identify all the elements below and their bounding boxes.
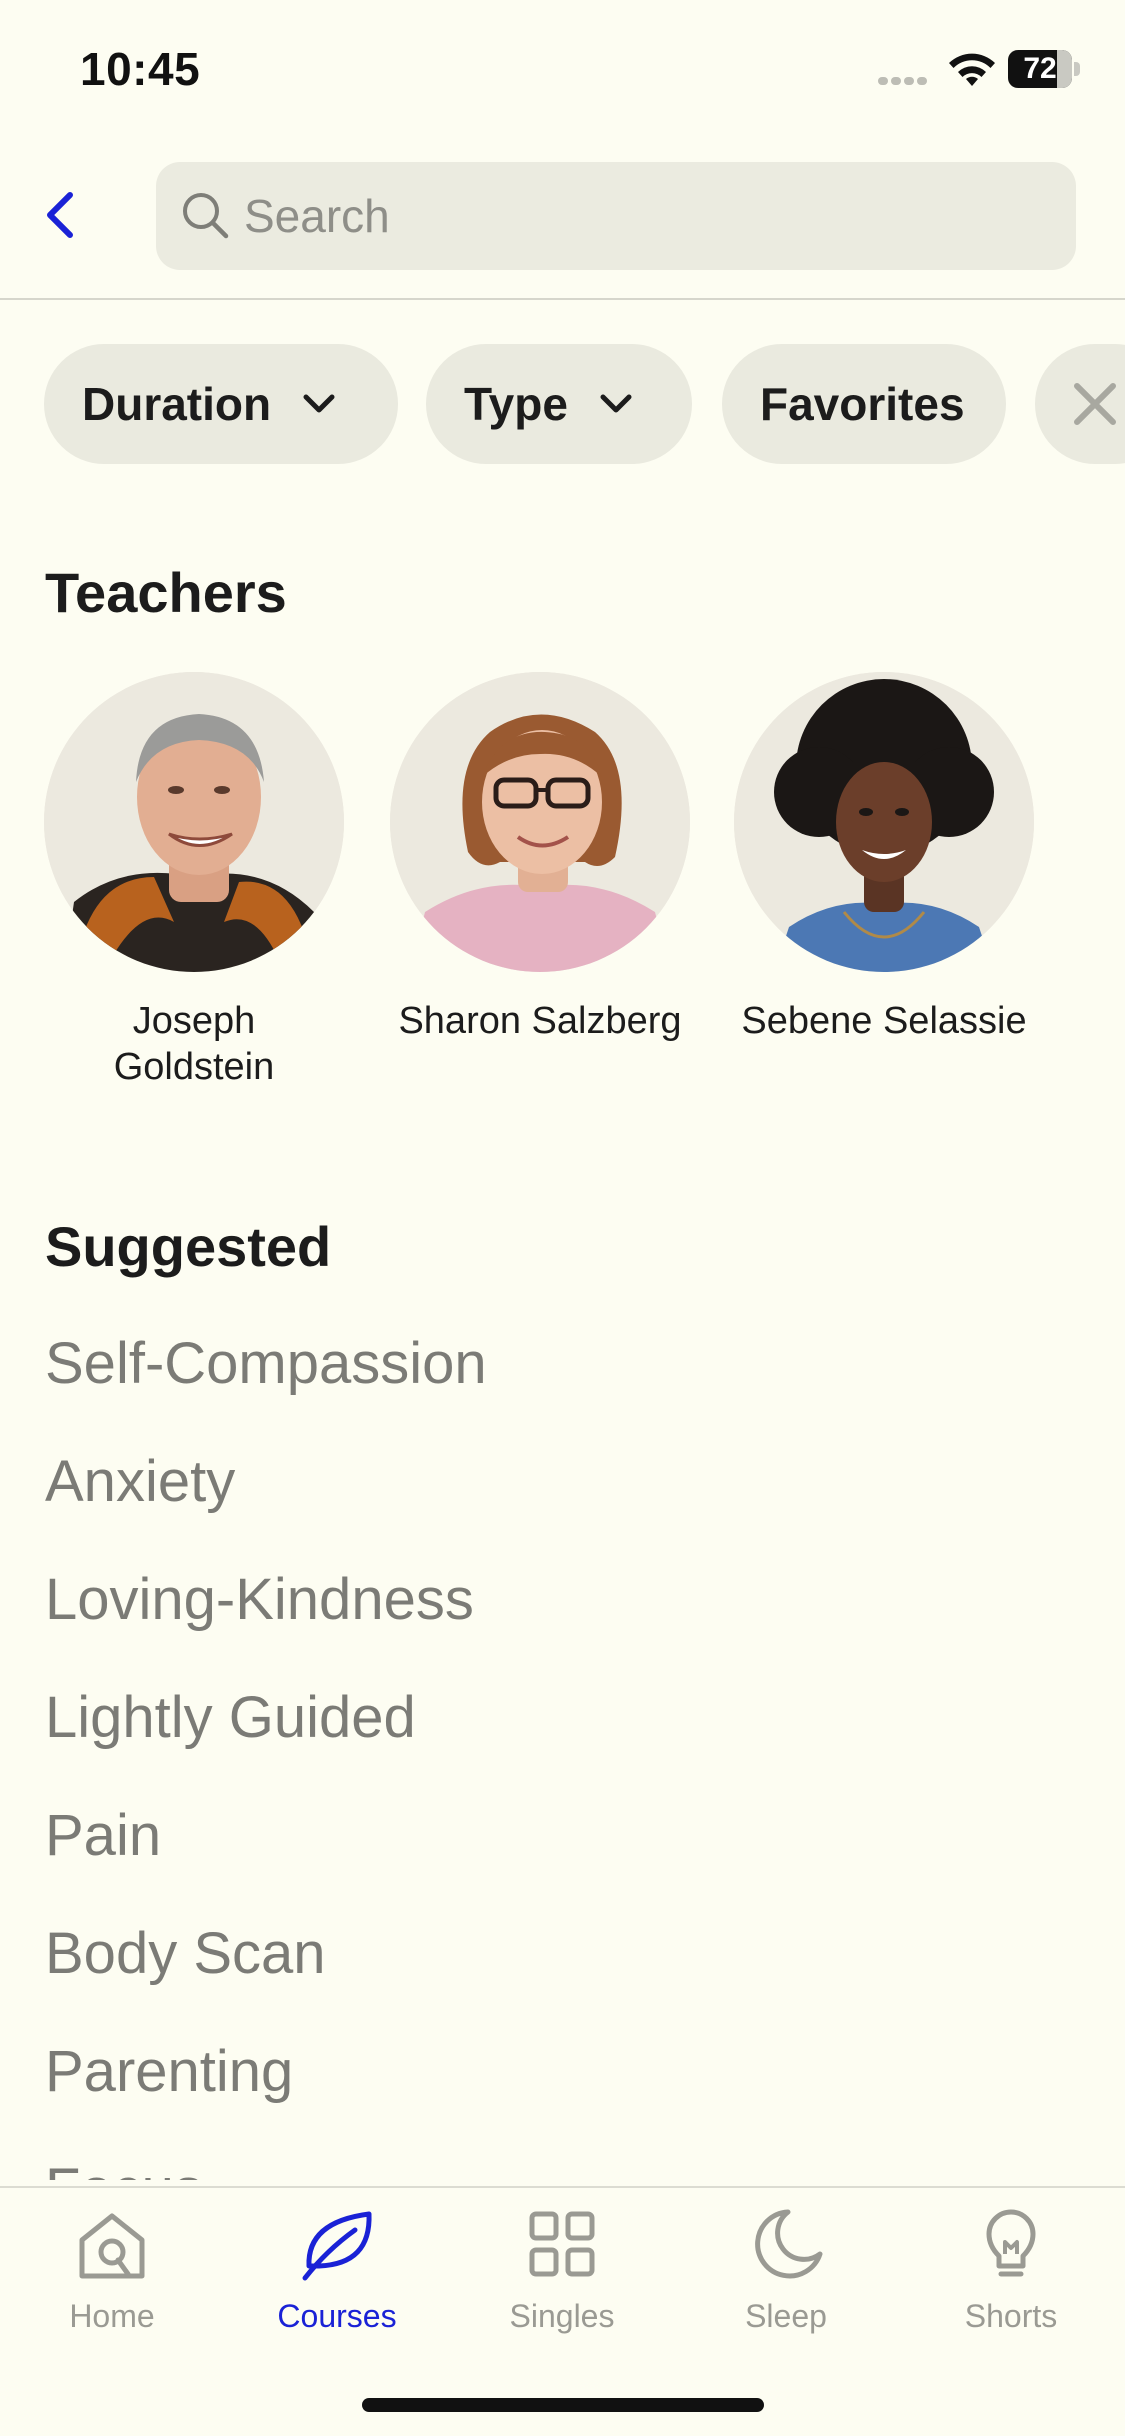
search-screen: 10:45 72 Search Duration Type Favorites … <box>0 0 1125 2436</box>
teacher-card[interactable]: Sebene Selassie <box>724 672 1044 1044</box>
tab-shorts[interactable]: Shorts <box>911 2204 1111 2354</box>
favorites-filter-chip[interactable]: Favorites <box>722 344 1006 464</box>
type-filter-label: Type <box>464 378 568 430</box>
home-indicator <box>362 2398 764 2412</box>
tab-shorts-label: Shorts <box>964 2298 1058 2334</box>
search-input[interactable] <box>244 162 1044 270</box>
grid-icon <box>529 2211 595 2277</box>
suggested-heading: Suggested <box>45 1215 332 1278</box>
teacher-name: Joseph Goldstein <box>113 1000 275 1088</box>
teacher-name: Sharon Salzberg <box>398 1000 682 1042</box>
tab-home[interactable]: Home <box>12 2204 212 2354</box>
chevron-down-icon <box>600 394 632 413</box>
suggested-item[interactable]: Body Scan <box>45 1910 1095 2028</box>
search-icon <box>183 193 229 239</box>
suggested-item[interactable]: Loving-Kindness <box>45 1556 1095 1674</box>
teacher-name: Sebene Selassie <box>741 1000 1027 1042</box>
status-bar: 10:45 72 <box>0 0 1125 140</box>
clear-filters-button[interactable] <box>1035 344 1125 464</box>
close-icon <box>1074 383 1116 425</box>
lightbulb-icon <box>986 2209 1036 2277</box>
battery-level: 72 <box>1023 52 1057 85</box>
search-header <box>0 140 1125 300</box>
moon-icon <box>755 2209 823 2279</box>
chevron-down-icon <box>303 394 335 413</box>
teacher-card[interactable]: Sharon Salzberg <box>380 672 700 1044</box>
suggested-item[interactable]: Focus <box>45 2146 1095 2180</box>
duration-filter-label: Duration <box>82 378 272 430</box>
suggested-item[interactable]: Self-Compassion <box>45 1320 1095 1438</box>
favorites-filter-label: Favorites <box>760 378 965 430</box>
search-bar[interactable] <box>156 162 1076 270</box>
suggested-item[interactable]: Anxiety <box>45 1438 1095 1556</box>
tab-singles[interactable]: Singles <box>462 2204 662 2354</box>
teacher-avatar <box>390 672 690 972</box>
teacher-avatar <box>44 672 344 972</box>
suggested-list: Self-Compassion Anxiety Loving-Kindness … <box>45 1320 1095 2180</box>
duration-filter-chip[interactable]: Duration <box>44 344 398 464</box>
teacher-card[interactable]: Joseph Goldstein <box>34 672 354 1090</box>
teacher-avatar <box>734 672 1034 972</box>
tab-home-label: Home <box>69 2298 155 2334</box>
tab-courses-label: Courses <box>277 2298 397 2334</box>
battery-icon: 72 <box>1008 50 1080 88</box>
type-filter-chip[interactable]: Type <box>426 344 692 464</box>
back-button[interactable] <box>34 180 84 250</box>
suggested-item[interactable]: Lightly Guided <box>45 1674 1095 1792</box>
tab-singles-label: Singles <box>509 2298 615 2334</box>
status-time: 10:45 <box>80 43 201 95</box>
wifi-icon <box>949 53 995 86</box>
tab-sleep[interactable]: Sleep <box>686 2204 886 2354</box>
cellular-signal-icon <box>878 72 936 86</box>
suggested-item[interactable]: Pain <box>45 1792 1095 1910</box>
tab-courses[interactable]: Courses <box>237 2204 437 2354</box>
tab-sleep-label: Sleep <box>745 2298 827 2334</box>
home-icon <box>79 2213 145 2279</box>
suggested-item[interactable]: Parenting <box>45 2028 1095 2146</box>
filter-chips: Duration Type Favorites <box>0 344 1125 466</box>
chevron-left-icon <box>47 192 73 238</box>
leaf-icon <box>302 2211 372 2281</box>
teachers-heading: Teachers <box>45 561 287 624</box>
